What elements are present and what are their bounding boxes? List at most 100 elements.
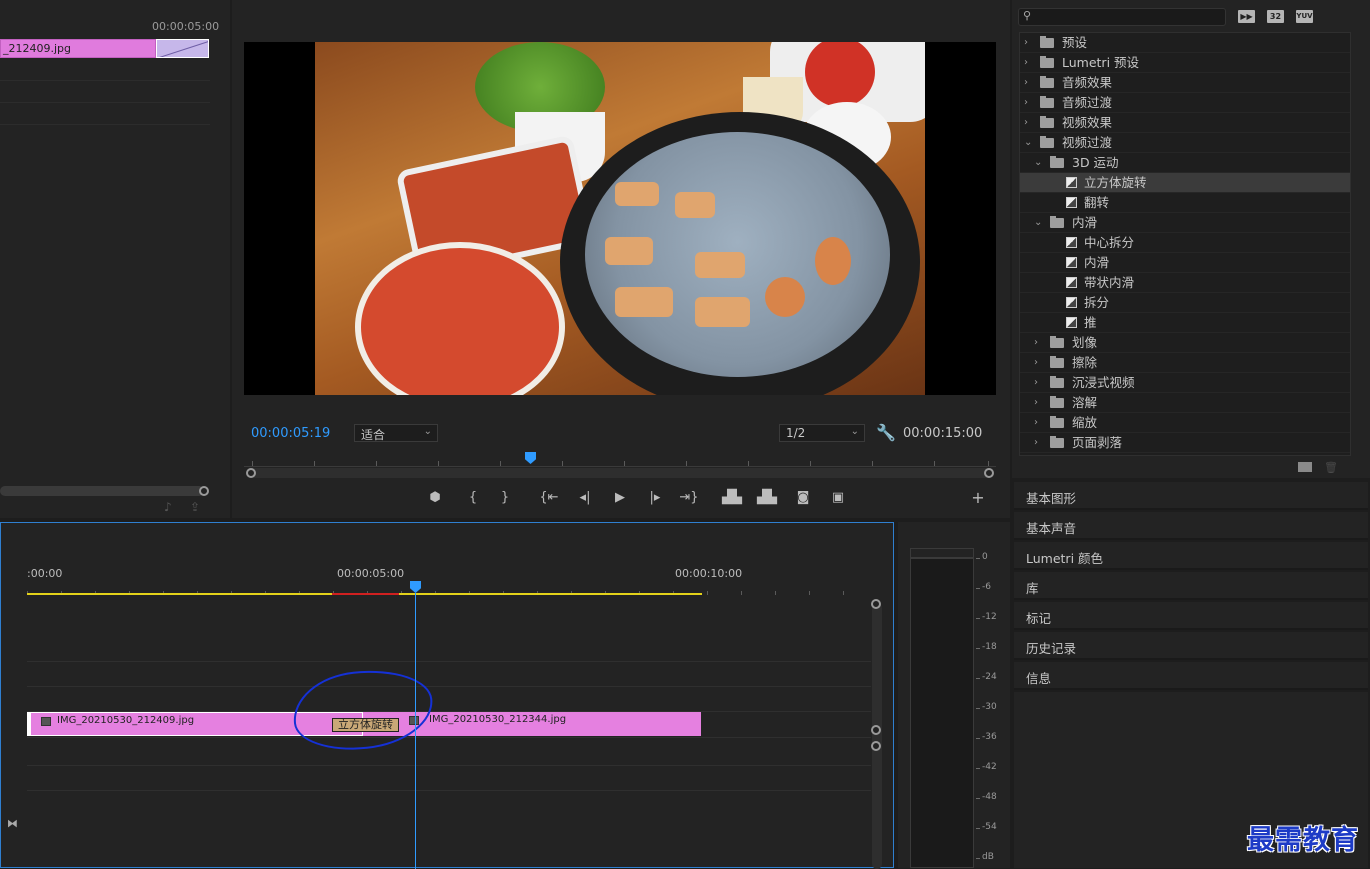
resolution-select[interactable]: 1/2 ⌄	[779, 424, 865, 442]
effects-tree-item[interactable]: › 缩放	[1020, 413, 1350, 433]
chevron-right-icon[interactable]: ›	[1034, 393, 1044, 413]
effects-tree-item[interactable]: › 音频过渡	[1020, 93, 1350, 113]
chevron-right-icon[interactable]: ›	[1024, 73, 1034, 93]
go-to-out-button[interactable]: ⇥}	[678, 488, 700, 508]
export-icon[interactable]: ⇪	[190, 500, 200, 514]
effects-tree-label: 推	[1084, 315, 1097, 330]
track-divider	[0, 124, 210, 125]
timeline-playhead-line	[415, 593, 416, 869]
current-timecode[interactable]: 00:00:05:19	[251, 426, 330, 441]
scroll-handle-left[interactable]	[246, 468, 256, 478]
camera-icon[interactable]: ◙	[792, 488, 814, 508]
chevron-down-icon[interactable]: ⌄	[1024, 133, 1034, 153]
effects-tree-item[interactable]: › 溶解	[1020, 393, 1350, 413]
step-forward-button[interactable]: |▸	[644, 488, 666, 508]
chevron-down-icon[interactable]: ⌄	[1034, 213, 1044, 233]
program-zoom-scrollbar[interactable]	[248, 468, 992, 478]
effects-tree-item[interactable]: › 沉浸式视频	[1020, 373, 1350, 393]
source-scrollbar[interactable]	[0, 486, 204, 496]
chevron-right-icon[interactable]: ›	[1024, 53, 1034, 73]
panel-essential-sound[interactable]: 基本声音	[1014, 512, 1368, 540]
step-back-button[interactable]: ◂|	[574, 488, 596, 508]
zoom-select[interactable]: 适合 ⌄	[354, 424, 438, 442]
effects-tree-item[interactable]: 内滑	[1020, 253, 1350, 273]
chevron-right-icon[interactable]: ›	[1034, 333, 1044, 353]
mark-out-button[interactable]: }	[494, 488, 516, 508]
effects-tree-item[interactable]: › 视频效果	[1020, 113, 1350, 133]
chevron-right-icon[interactable]: ›	[1034, 353, 1044, 373]
32bit-icon[interactable]: 32	[1267, 10, 1284, 23]
panel-info[interactable]: 信息	[1014, 662, 1368, 690]
effects-tree-item[interactable]: › 音频效果	[1020, 73, 1350, 93]
audio-meter-panel: 0 -6 -12 -18 -24 -30 -36 -42 -48 -54 dB	[898, 522, 1010, 868]
new-bin-icon[interactable]	[1298, 462, 1312, 472]
program-time-ruler[interactable]	[244, 455, 996, 467]
effects-tree-item[interactable]: › Lumetri 预设	[1020, 53, 1350, 73]
effects-search-input[interactable]: ⚲	[1018, 8, 1226, 26]
effects-tree-item[interactable]: › 划像	[1020, 333, 1350, 353]
timeline-vertical-scrollbar[interactable]	[872, 603, 882, 869]
effects-tree-item[interactable]: 立方体旋转	[1020, 173, 1350, 193]
effects-tree-item[interactable]: 拆分	[1020, 293, 1350, 313]
effects-tree-item[interactable]: 翻转	[1020, 193, 1350, 213]
meter-tick	[976, 678, 980, 679]
panel-lumetri-color[interactable]: Lumetri 颜色	[1014, 542, 1368, 570]
effects-tree-label: 内滑	[1084, 255, 1110, 270]
chevron-right-icon[interactable]: ›	[1024, 33, 1034, 53]
trash-icon[interactable]: 🗑	[1324, 461, 1338, 474]
folder-icon	[1050, 356, 1064, 368]
search-icon: ⚲	[1023, 9, 1032, 22]
source-clip[interactable]: _212409.jpg	[0, 39, 156, 58]
accelerated-effects-icon[interactable]: ▶▶	[1238, 10, 1255, 23]
chevron-right-icon[interactable]: ›	[1034, 413, 1044, 433]
extract-button[interactable]: ▟▙	[756, 488, 778, 508]
effects-tree: › 预设 › Lumetri 预设 › 音频效果 › 音频过渡 › 视频效果 ⌄ 视频过渡 ⌄ 3D 运动…	[1019, 32, 1351, 456]
yuv-icon[interactable]: YUV	[1296, 10, 1313, 23]
play-button[interactable]: ▶	[609, 488, 631, 508]
meter-db-label: dB	[982, 852, 994, 862]
add-button[interactable]: +	[967, 488, 989, 508]
effects-tree-item[interactable]: 中心拆分	[1020, 233, 1350, 253]
effects-tree-item[interactable]: ⌄ 3D 运动	[1020, 153, 1350, 173]
chevron-right-icon[interactable]: ›	[1024, 93, 1034, 113]
photo-meat	[605, 237, 653, 265]
chevron-right-icon[interactable]: ›	[1034, 433, 1044, 453]
panel-essential-graphics[interactable]: 基本图形	[1014, 482, 1368, 510]
effects-tree-item[interactable]: ⌄ 内滑	[1020, 213, 1350, 233]
resolution-value: 1/2	[786, 426, 806, 440]
effects-tree-label: 页面剥落	[1072, 435, 1123, 450]
add-marker-button[interactable]: ⬢	[424, 488, 446, 508]
effects-tree-item[interactable]: › 预设	[1020, 33, 1350, 53]
source-scroll-handle[interactable]	[199, 486, 209, 496]
scroll-handle-right[interactable]	[984, 468, 994, 478]
folder-icon	[1050, 336, 1064, 348]
source-transition-region[interactable]	[156, 39, 209, 58]
effects-tree-label: 沉浸式视频	[1072, 375, 1135, 390]
render-bar	[332, 593, 399, 595]
effects-tree-item[interactable]: 推	[1020, 313, 1350, 333]
wrench-icon[interactable]: 🔧	[876, 423, 896, 442]
panel-libraries[interactable]: 库	[1014, 572, 1368, 600]
go-to-in-button[interactable]: {⇤	[538, 488, 560, 508]
panel-history[interactable]: 历史记录	[1014, 632, 1368, 660]
effects-tree-item[interactable]: › 页面剥落	[1020, 433, 1350, 453]
chevron-right-icon[interactable]: ›	[1034, 373, 1044, 393]
effects-tree-item[interactable]: 带状内滑	[1020, 273, 1350, 293]
audio-icon[interactable]: ♪	[164, 500, 172, 514]
video-preview[interactable]	[244, 42, 996, 395]
lift-button[interactable]: ▟▙	[721, 488, 743, 508]
effects-tree-label: 擦除	[1072, 355, 1098, 370]
meter-tick	[976, 858, 980, 859]
scroll-handle[interactable]	[871, 741, 881, 751]
chevron-right-icon[interactable]: ›	[1024, 113, 1034, 133]
effects-tree-item[interactable]: › 擦除	[1020, 353, 1350, 373]
scroll-handle[interactable]	[871, 725, 881, 735]
mark-in-button[interactable]: {	[462, 488, 484, 508]
collapse-tracks-icon[interactable]: ⧓	[7, 817, 18, 830]
effects-tree-item[interactable]: ⌄ 视频过渡	[1020, 133, 1350, 153]
scroll-handle-top[interactable]	[871, 599, 881, 609]
photo-meat	[675, 192, 715, 218]
panel-markers[interactable]: 标记	[1014, 602, 1368, 630]
compare-view-button[interactable]: ▣	[827, 488, 849, 508]
chevron-down-icon[interactable]: ⌄	[1034, 153, 1044, 173]
